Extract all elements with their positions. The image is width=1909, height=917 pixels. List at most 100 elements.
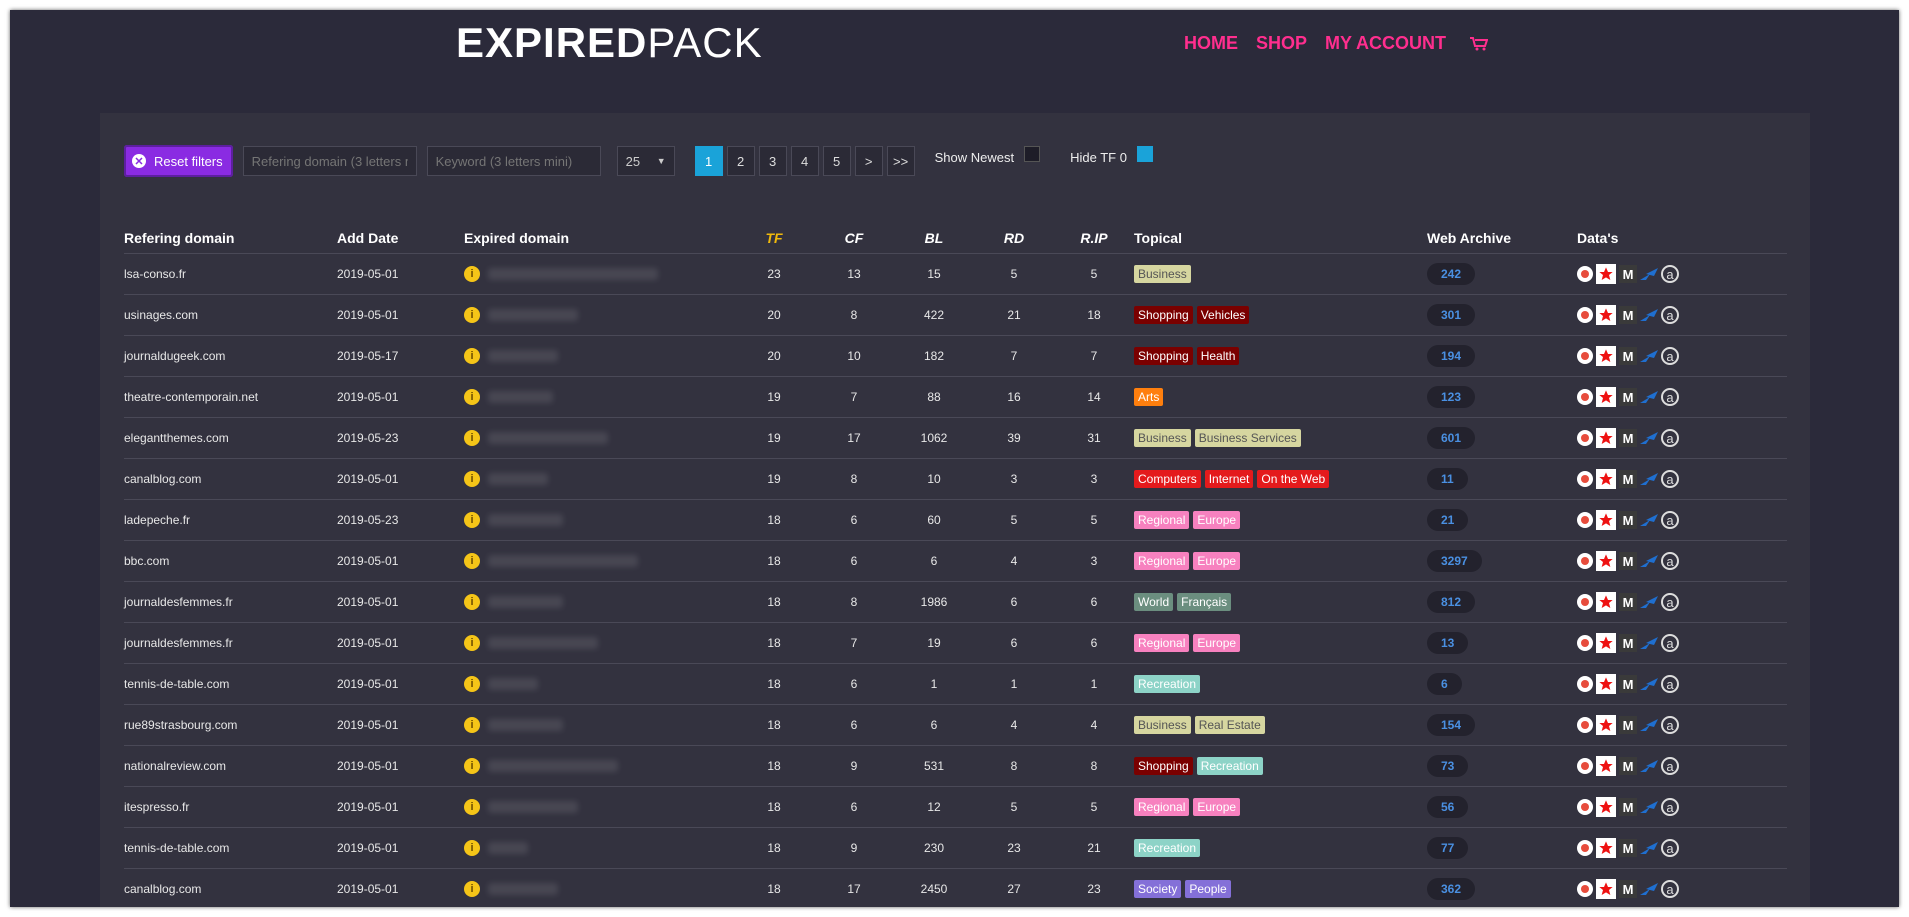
ahrefs-icon[interactable] (1640, 470, 1658, 488)
cart-icon[interactable] (1470, 36, 1489, 51)
referring-domain-input[interactable] (242, 146, 417, 176)
refering-domain-cell[interactable]: canalblog.com (124, 472, 337, 486)
web-archive-count[interactable]: 11 (1427, 468, 1468, 490)
refering-domain-cell[interactable]: bbc.com (124, 554, 337, 568)
moz-icon[interactable] (1577, 471, 1593, 487)
web-archive-count[interactable]: 73 (1427, 755, 1469, 777)
archive-icon[interactable]: a (1661, 634, 1679, 652)
col-rd[interactable]: RD (974, 230, 1054, 246)
table-row[interactable]: lsa-conso.fr 2019-05-01 i 23 13 15 5 5 Business 2… (124, 254, 1787, 295)
ahrefs-icon[interactable] (1640, 552, 1658, 570)
page-button[interactable]: >> (886, 146, 915, 176)
archive-icon[interactable]: a (1661, 511, 1679, 529)
archive-icon[interactable]: a (1661, 265, 1679, 283)
majestic-icon[interactable]: M (1619, 839, 1637, 857)
info-icon[interactable]: i (464, 635, 480, 651)
ahrefs-icon[interactable] (1640, 306, 1658, 324)
info-icon[interactable]: i (464, 348, 480, 364)
ahrefs-icon[interactable] (1640, 757, 1658, 775)
page-button[interactable]: > (854, 146, 883, 176)
star-icon[interactable] (1596, 469, 1616, 489)
star-icon[interactable] (1596, 592, 1616, 612)
table-row[interactable]: theatre-contemporain.net 2019-05-01 i 19 7 88… (124, 377, 1787, 418)
table-row[interactable]: usinages.com 2019-05-01 i 20 8 422 21 18 Shoppin… (124, 295, 1787, 336)
info-icon[interactable]: i (464, 799, 480, 815)
ahrefs-icon[interactable] (1640, 593, 1658, 611)
majestic-icon[interactable]: M (1619, 388, 1637, 406)
table-row[interactable]: bbc.com 2019-05-01 i 18 6 6 4 3 Regional Europe 32… (124, 541, 1787, 582)
moz-icon[interactable] (1577, 758, 1593, 774)
col-rip[interactable]: R.IP (1054, 230, 1134, 246)
table-row[interactable]: tennis-de-table.com 2019-05-01 i 18 6 1 1 1 Recr… (124, 664, 1787, 705)
refering-domain-cell[interactable]: journaldugeek.com (124, 349, 337, 363)
refering-domain-cell[interactable]: lsa-conso.fr (124, 267, 337, 281)
majestic-icon[interactable]: M (1619, 634, 1637, 652)
moz-icon[interactable] (1577, 881, 1593, 897)
refering-domain-cell[interactable]: elegantthemes.com (124, 431, 337, 445)
page-button[interactable]: 2 (726, 146, 755, 176)
moz-icon[interactable] (1577, 676, 1593, 692)
archive-icon[interactable]: a (1661, 470, 1679, 488)
col-add-date[interactable]: Add Date (337, 230, 464, 246)
majestic-icon[interactable]: M (1619, 347, 1637, 365)
star-icon[interactable] (1596, 674, 1616, 694)
ahrefs-icon[interactable] (1640, 388, 1658, 406)
archive-icon[interactable]: a (1661, 675, 1679, 693)
nav-my-account[interactable]: MY ACCOUNT (1325, 33, 1446, 54)
table-row[interactable]: canalblog.com 2019-05-01 i 18 17 2450 27 23 Soci… (124, 869, 1787, 907)
refering-domain-cell[interactable]: tennis-de-table.com (124, 841, 337, 855)
moz-icon[interactable] (1577, 840, 1593, 856)
show-newest-toggle[interactable]: Show Newest (935, 146, 1041, 165)
reset-filters-button[interactable]: ✕ Reset filters (124, 145, 233, 177)
majestic-icon[interactable]: M (1619, 675, 1637, 693)
info-icon[interactable]: i (464, 594, 480, 610)
info-icon[interactable]: i (464, 266, 480, 282)
table-row[interactable]: tennis-de-table.com 2019-05-01 i 18 9 230 23 21… (124, 828, 1787, 869)
info-icon[interactable]: i (464, 553, 480, 569)
ahrefs-icon[interactable] (1640, 839, 1658, 857)
archive-icon[interactable]: a (1661, 552, 1679, 570)
page-button[interactable]: 1 (694, 146, 723, 176)
col-expired-domain[interactable]: Expired domain (464, 230, 734, 246)
web-archive-count[interactable]: 123 (1427, 386, 1476, 408)
table-row[interactable]: journaldesfemmes.fr 2019-05-01 i 18 8 1986 6 6 W… (124, 582, 1787, 623)
star-icon[interactable] (1596, 879, 1616, 899)
web-archive-count[interactable]: 21 (1427, 509, 1469, 531)
star-icon[interactable] (1596, 797, 1616, 817)
star-icon[interactable] (1596, 715, 1616, 735)
ahrefs-icon[interactable] (1640, 429, 1658, 447)
refering-domain-cell[interactable]: ladepeche.fr (124, 513, 337, 527)
per-page-select[interactable]: 25 ▼ (616, 146, 675, 176)
archive-icon[interactable]: a (1661, 388, 1679, 406)
web-archive-count[interactable]: 601 (1427, 427, 1476, 449)
table-row[interactable]: nationalreview.com 2019-05-01 i 18 9 531 8 8 Sho… (124, 746, 1787, 787)
hide-tf0-checkbox[interactable] (1136, 146, 1153, 162)
refering-domain-cell[interactable]: tennis-de-table.com (124, 677, 337, 691)
table-row[interactable]: elegantthemes.com 2019-05-23 i 19 17 1062 39 31… (124, 418, 1787, 459)
info-icon[interactable]: i (464, 512, 480, 528)
web-archive-count[interactable]: 6 (1427, 673, 1462, 695)
refering-domain-cell[interactable]: journaldesfemmes.fr (124, 595, 337, 609)
ahrefs-icon[interactable] (1640, 265, 1658, 283)
star-icon[interactable] (1596, 428, 1616, 448)
majestic-icon[interactable]: M (1619, 716, 1637, 734)
star-icon[interactable] (1596, 264, 1616, 284)
hide-tf0-toggle[interactable]: Hide TF 0 (1070, 146, 1153, 165)
archive-icon[interactable]: a (1661, 880, 1679, 898)
refering-domain-cell[interactable]: canalblog.com (124, 882, 337, 896)
moz-icon[interactable] (1577, 635, 1593, 651)
ahrefs-icon[interactable] (1640, 511, 1658, 529)
archive-icon[interactable]: a (1661, 757, 1679, 775)
majestic-icon[interactable]: M (1619, 798, 1637, 816)
majestic-icon[interactable]: M (1619, 265, 1637, 283)
info-icon[interactable]: i (464, 758, 480, 774)
star-icon[interactable] (1596, 756, 1616, 776)
info-icon[interactable]: i (464, 840, 480, 856)
archive-icon[interactable]: a (1661, 839, 1679, 857)
ahrefs-icon[interactable] (1640, 347, 1658, 365)
star-icon[interactable] (1596, 838, 1616, 858)
majestic-icon[interactable]: M (1619, 511, 1637, 529)
refering-domain-cell[interactable]: nationalreview.com (124, 759, 337, 773)
ahrefs-icon[interactable] (1640, 716, 1658, 734)
ahrefs-icon[interactable] (1640, 880, 1658, 898)
